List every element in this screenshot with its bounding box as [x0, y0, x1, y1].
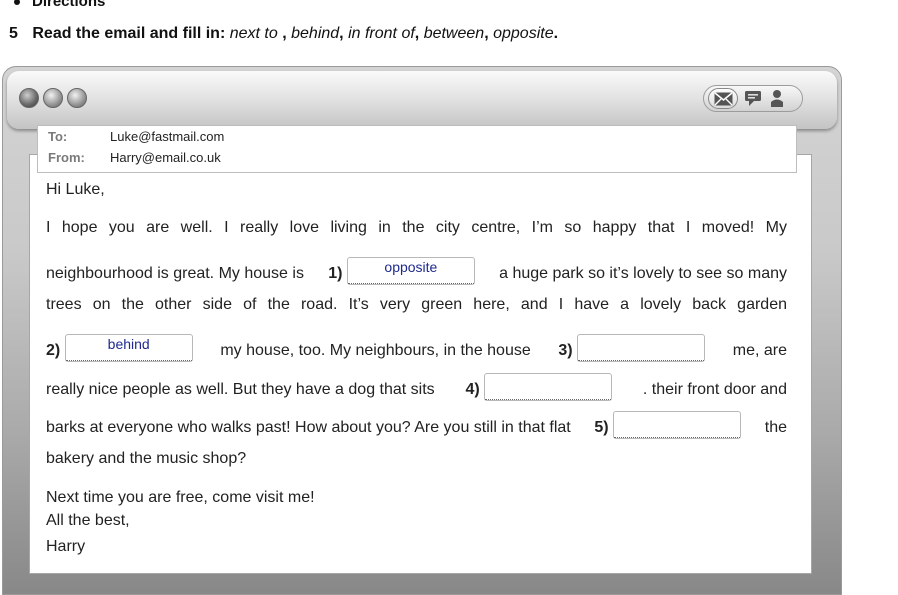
email-header: To: Luke@fastmail.com From: Harry@email.co…	[37, 125, 797, 173]
line5-text-a: really nice people as well. But they hav…	[46, 381, 435, 398]
line4-text-b: my house, too. My neighbours, in the hou…	[220, 342, 531, 359]
word-in-front-of: in front of	[348, 25, 415, 42]
signature: Harry	[46, 538, 86, 555]
mail-icon	[714, 92, 733, 106]
window-minimize-icon[interactable]	[43, 88, 63, 108]
exercise-number: 5	[9, 25, 18, 42]
line2-text-b: a huge park so it’s lovely to see so man…	[499, 265, 787, 282]
gap-3-number: 3)	[558, 342, 573, 359]
gap-1-group: 1) opposite	[328, 257, 475, 285]
line6-text-a: barks at everyone who walks past! How ab…	[46, 419, 571, 436]
gap-5-group: 5)	[594, 411, 742, 439]
body-line-7: bakery and the music shop?	[46, 450, 247, 467]
word-next-to: next to	[229, 25, 278, 42]
chat-icon[interactable]	[744, 90, 762, 107]
word-separator: ,	[339, 25, 344, 42]
gap-5-input[interactable]	[613, 411, 742, 439]
window-titlebar	[7, 71, 837, 129]
window-controls	[19, 88, 87, 108]
window-zoom-icon[interactable]	[67, 88, 87, 108]
gap-1-answer: opposite	[384, 259, 438, 275]
directions-text: Directions	[32, 0, 106, 10]
word-opposite: opposite	[493, 25, 554, 42]
directions-heading: Directions	[14, 0, 105, 10]
greeting: Hi Luke,	[46, 181, 105, 198]
body-line-1: I hope you are well. I really love livin…	[46, 219, 787, 236]
gap-2-group: 2) behind	[46, 334, 193, 362]
final-period: .	[553, 25, 559, 42]
closing-line-1: Next time you are free, come visit me!	[46, 489, 315, 506]
word-separator: ,	[414, 25, 420, 42]
bullet-icon	[14, 0, 20, 6]
gap-4-input[interactable]	[484, 373, 613, 401]
gap-1-input[interactable]: opposite	[346, 257, 475, 285]
user-icon[interactable]	[770, 89, 784, 107]
word-behind: behind	[291, 25, 340, 42]
instruction-text: Read the email and fill in:	[32, 25, 226, 42]
exercise-instruction: 5 Read the email and fill in: next to , …	[9, 25, 558, 43]
gap-3-group: 3)	[558, 334, 706, 362]
to-address: Luke@fastmail.com	[110, 129, 225, 144]
window-close-icon[interactable]	[19, 88, 39, 108]
gap-1-number: 1)	[328, 265, 343, 282]
gap-2-input[interactable]: behind	[64, 334, 193, 362]
gap-4-number: 4)	[465, 381, 480, 398]
to-row: To: Luke@fastmail.com	[48, 129, 224, 144]
email-body: Hi Luke, I hope you are well. I really l…	[29, 154, 812, 574]
body-line-5: really nice people as well. But they hav…	[46, 373, 787, 401]
gap-2-number: 2)	[46, 342, 61, 359]
word-separator: ,	[484, 25, 489, 42]
closing-line-2: All the best,	[46, 512, 130, 529]
line2-text-a: neighbourhood is great. My house is	[46, 265, 304, 282]
line6-text-b: the	[764, 419, 787, 436]
mail-button[interactable]	[708, 88, 738, 109]
body-line-4: 2) behind my house, too. My neighbours, …	[46, 334, 787, 362]
body-line-2: neighbourhood is great. My house is 1) o…	[46, 257, 787, 285]
from-address: Harry@email.co.uk	[110, 150, 221, 165]
gap-2-answer: behind	[107, 336, 150, 352]
toolbar-pill	[703, 85, 803, 112]
email-window: Hi Luke, I hope you are well. I really l…	[2, 66, 842, 595]
body-line-6: barks at everyone who walks past! How ab…	[46, 411, 787, 439]
gap-3-input[interactable]	[577, 334, 706, 362]
from-row: From: Harry@email.co.uk	[48, 150, 221, 165]
gap-4-group: 4)	[465, 373, 613, 401]
word-between: between	[423, 25, 485, 42]
word-separator: ,	[282, 25, 287, 42]
line4-text-c: me, are	[732, 342, 787, 359]
from-label: From:	[48, 150, 85, 165]
line5-text-b: . their front door and	[642, 381, 787, 398]
gap-5-number: 5)	[594, 419, 609, 436]
to-label: To:	[48, 129, 68, 144]
body-line-3: trees on the other side of the road. It’…	[46, 296, 787, 313]
